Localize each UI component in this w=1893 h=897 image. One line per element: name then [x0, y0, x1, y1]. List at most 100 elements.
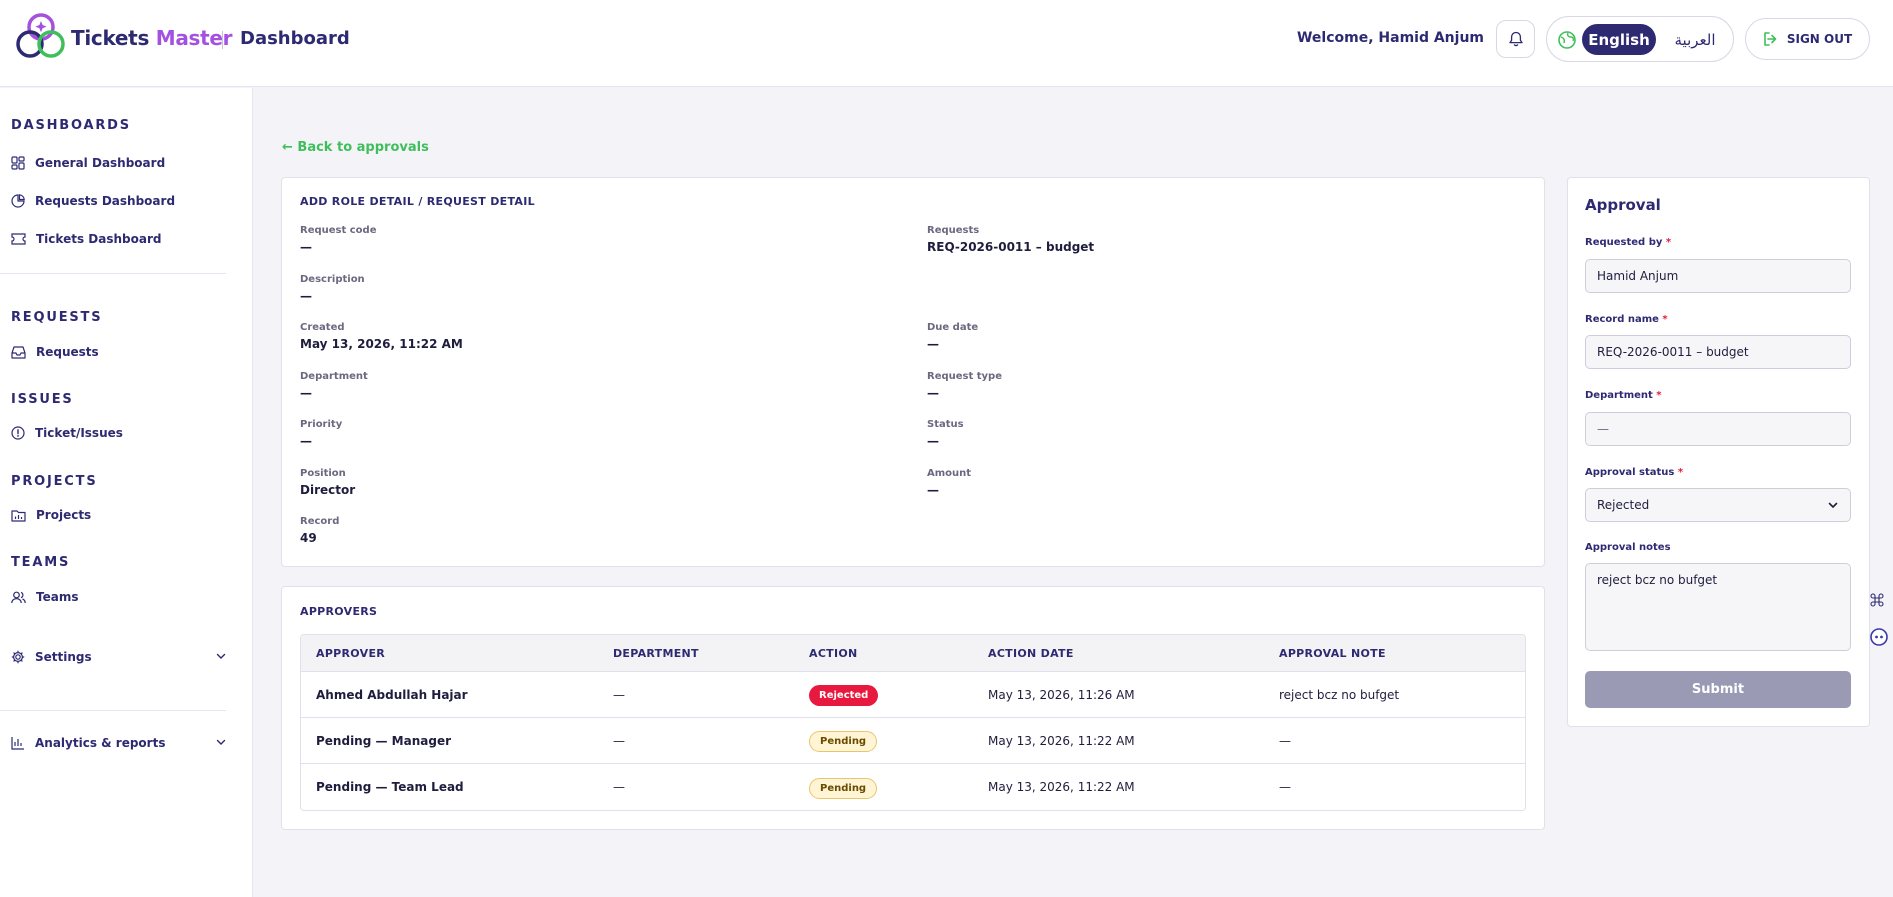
field-value: May 13, 2026, 11:22 AM [300, 337, 463, 351]
sidebar-item-settings[interactable]: Settings [11, 642, 227, 672]
field-description: Description — [300, 274, 365, 303]
field-value: — [927, 386, 939, 400]
action-badge-pending: Pending [809, 776, 878, 799]
field-value: — [927, 337, 939, 351]
command-icon[interactable] [1870, 593, 1884, 607]
sign-out-button[interactable]: SIGN OUT [1745, 18, 1870, 60]
sidebar-divider [0, 710, 226, 711]
sidebar-item-projects[interactable]: Projects [11, 500, 227, 530]
submit-button[interactable]: Submit [1585, 671, 1851, 708]
grid-icon [11, 156, 25, 170]
column-header: DEPARTMENT [613, 646, 699, 660]
action-badge-pending: Pending [809, 729, 878, 752]
label-text: Requested by [1585, 237, 1663, 248]
approval-notes-textarea[interactable]: reject bcz no bufget [1585, 563, 1851, 651]
field-label: Department [300, 371, 368, 382]
sidebar-item-requests-dashboard[interactable]: Requests Dashboard [11, 186, 227, 216]
approver-department: — [613, 687, 625, 702]
sidebar-item-requests[interactable]: Requests [11, 337, 227, 367]
field-value: — [300, 240, 312, 254]
department-field[interactable]: — [1585, 412, 1851, 446]
field-amount: Amount — [927, 468, 971, 497]
approval-status-label: Approval status * [1585, 467, 1683, 478]
field-created: Created May 13, 2026, 11:22 AM [300, 322, 463, 351]
welcome-text: Welcome, Hamid Anjum [1296, 30, 1484, 46]
brand-part-2: Master [155, 26, 233, 50]
field-department: Department — [300, 371, 368, 400]
action-badge-rejected: Rejected [809, 683, 879, 706]
column-header: ACTION [809, 646, 858, 660]
action-date: May 13, 2026, 11:22 AM [988, 733, 1135, 748]
requested-by-field[interactable]: Hamid Anjum [1585, 259, 1851, 293]
column-header: APPROVER [316, 646, 386, 660]
field-value: — [300, 386, 312, 400]
table-row: Pending — Manager — Pending May 13, 2026… [301, 718, 1525, 764]
field-value: — [300, 289, 312, 303]
request-detail-card [281, 177, 1545, 567]
column-header: ACTION DATE [988, 646, 1074, 660]
section-issues: ISSUES [11, 392, 74, 407]
table-row: Pending — Team Lead — Pending May 13, 20… [301, 764, 1525, 810]
field-label: Created [300, 322, 345, 333]
pie-chart-icon [11, 194, 25, 208]
field-label: Record [300, 516, 340, 527]
field-request-code: Request code — [300, 225, 377, 254]
sidebar-item-general-dashboard[interactable]: General Dashboard [11, 148, 227, 178]
record-name-label: Record name * [1585, 314, 1668, 325]
status-badge: Pending [809, 777, 878, 799]
sidebar-item-label: Requests [36, 345, 99, 359]
sidebar-item-label: General Dashboard [35, 156, 166, 170]
assistant-bot-icon[interactable] [1870, 628, 1888, 646]
section-projects: PROJECTS [11, 474, 98, 489]
inbox-icon [11, 345, 26, 359]
bell-icon [1508, 31, 1523, 46]
approval-note: reject bcz no bufget [1279, 687, 1400, 702]
language-arabic-button[interactable]: العربية [1665, 24, 1725, 55]
chevron-down-icon [1828, 502, 1838, 509]
section-requests: REQUESTS [11, 310, 103, 325]
sidebar-item-label: Teams [36, 590, 79, 604]
ticket-icon [11, 233, 26, 245]
field-position: Position Director [300, 468, 355, 497]
sidebar-item-ticket-issues[interactable]: Ticket/Issues [11, 418, 227, 448]
language-switcher: English العربية [1546, 16, 1734, 62]
department-label: Department * [1585, 390, 1662, 401]
globe-icon [1558, 31, 1576, 49]
back-to-approvals-link[interactable]: ← Back to approvals [282, 140, 429, 155]
brand-part-1: Tickets [71, 26, 150, 50]
column-header: APPROVAL NOTE [1279, 646, 1386, 660]
folder-chart-icon [11, 509, 26, 522]
table-row: Ahmed Abdullah Hajar — Rejected May 13, … [301, 672, 1525, 718]
notifications-button[interactable] [1496, 20, 1535, 58]
sidebar-item-teams[interactable]: Teams [11, 582, 227, 612]
sign-out-label: SIGN OUT [1786, 32, 1853, 46]
field-requests: Requests REQ-2026-0011 – budget [927, 225, 1094, 254]
selected-value: Rejected [1597, 498, 1650, 512]
sidebar-item-label: Projects [36, 508, 92, 522]
approver-name: Pending — Manager [316, 733, 451, 748]
required-mark: * [1677, 467, 1684, 478]
sidebar-item-tickets-dashboard[interactable]: Tickets Dashboard [11, 224, 227, 254]
approvers-table: APPROVER DEPARTMENT ACTION ACTION DATE A… [300, 634, 1526, 811]
approval-status-select[interactable]: Rejected [1585, 488, 1851, 522]
users-icon [11, 591, 26, 603]
brand-name: Tickets Master [71, 26, 233, 50]
approver-name: Ahmed Abdullah Hajar [316, 687, 468, 702]
record-name-field[interactable]: REQ-2026-0011 – budget [1585, 335, 1851, 369]
header-divider [222, 31, 223, 49]
language-english-button[interactable]: English [1582, 24, 1656, 55]
sidebar-item-analytics[interactable]: Analytics & reports [11, 728, 227, 758]
gear-icon [11, 650, 25, 664]
sidebar-item-label: Settings [35, 650, 92, 664]
field-value: Director [300, 483, 356, 497]
detail-card-title: ADD ROLE DETAIL / REQUEST DETAIL [300, 195, 535, 208]
field-status: Status — [927, 419, 964, 448]
field-label: Priority [300, 419, 343, 430]
chevron-down-icon [216, 739, 226, 745]
tickets-master-logo [16, 13, 65, 58]
table-header: APPROVER DEPARTMENT ACTION ACTION DATE A… [301, 635, 1525, 672]
sidebar-item-label: Ticket/Issues [35, 426, 123, 440]
bar-chart-icon [11, 737, 24, 750]
field-record: Record 49 [300, 516, 339, 545]
required-mark: * [1662, 314, 1668, 325]
